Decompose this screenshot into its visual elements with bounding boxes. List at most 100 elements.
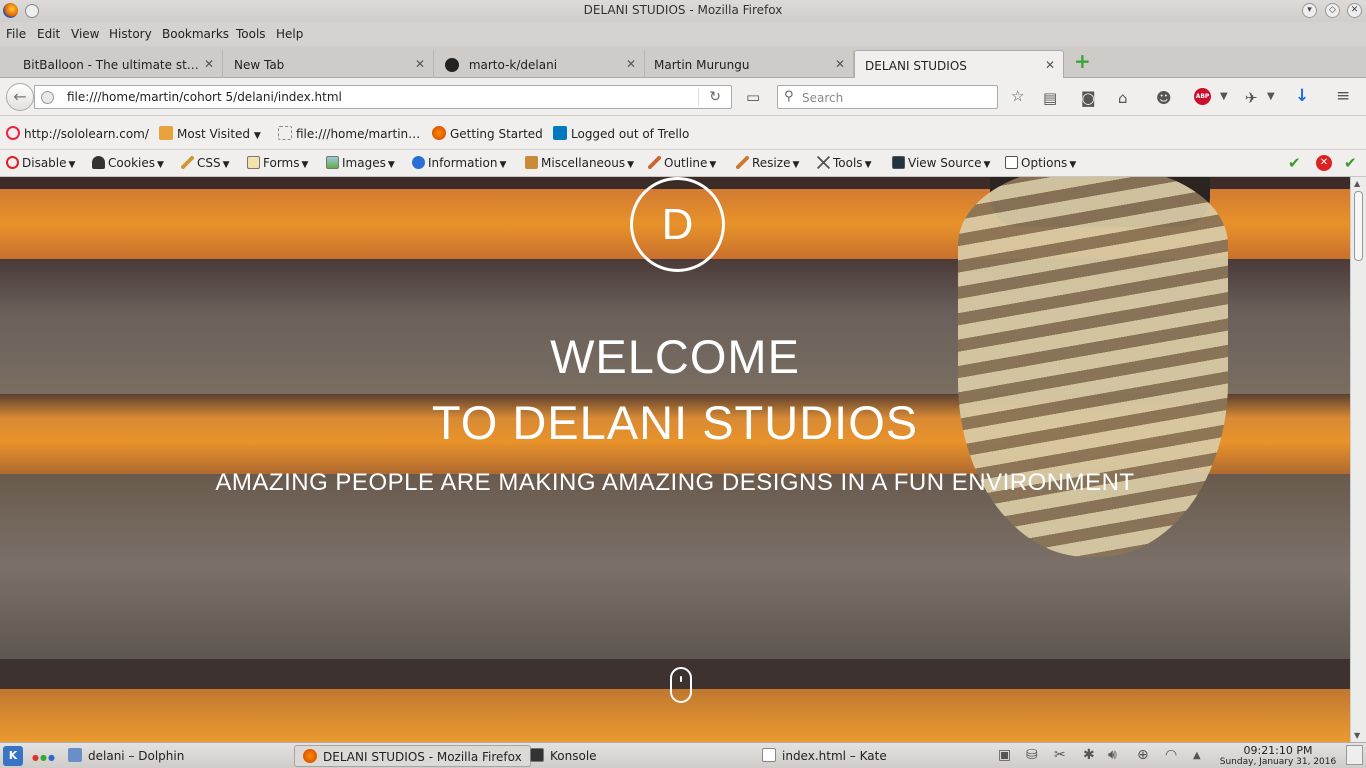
dev-forms[interactable]: Forms ▼ bbox=[247, 156, 308, 170]
menu-bar: File Edit View History Bookmarks Tools H… bbox=[0, 22, 1366, 46]
volume-icon[interactable]: 🔊︎ bbox=[1108, 747, 1117, 763]
adblock-plus-icon[interactable]: ABP bbox=[1194, 88, 1211, 105]
dev-cookies[interactable]: Cookies ▼ bbox=[92, 156, 164, 170]
bookmark-file-home[interactable]: file:///home/martin… bbox=[278, 126, 420, 141]
tray-app-icon[interactable]: ▣ bbox=[998, 747, 1011, 763]
task-dolphin[interactable]: delani – Dolphin bbox=[68, 748, 184, 763]
close-tab-icon[interactable]: ✕ bbox=[204, 57, 214, 71]
maximize-button[interactable]: ◇ bbox=[1325, 3, 1340, 18]
close-tab-icon[interactable]: ✕ bbox=[626, 57, 636, 71]
bookmarks-list-icon[interactable]: ▤ bbox=[1043, 89, 1057, 107]
addon-icon[interactable]: ✈ bbox=[1245, 89, 1258, 107]
menu-bookmarks[interactable]: Bookmarks bbox=[162, 27, 229, 41]
tab-label: New Tab bbox=[234, 58, 285, 72]
close-window-button[interactable]: ✕ bbox=[1347, 3, 1362, 18]
folder-icon bbox=[159, 126, 173, 140]
bookmark-sololearn[interactable]: http://sololearn.com/ bbox=[6, 126, 149, 141]
dev-disable[interactable]: Disable ▼ bbox=[6, 156, 75, 170]
scroll-down-icon[interactable]: ▼ bbox=[1354, 731, 1360, 740]
task-konsole[interactable]: Konsole bbox=[530, 748, 597, 763]
url-text[interactable]: file:///home/martin/cohort 5/delani/inde… bbox=[67, 90, 342, 104]
reader-view-icon[interactable]: ▭ bbox=[746, 88, 760, 106]
tray-expand-icon[interactable]: ▲ bbox=[1193, 750, 1201, 761]
dev-css[interactable]: CSS ▼ bbox=[181, 156, 230, 170]
scroll-down-mouse-icon[interactable] bbox=[670, 667, 692, 703]
options-icon bbox=[1005, 156, 1018, 169]
menu-tools[interactable]: Tools bbox=[236, 27, 266, 41]
bookmark-trello[interactable]: Logged out of Trello bbox=[553, 126, 689, 141]
minimize-button[interactable]: ▾ bbox=[1302, 3, 1317, 18]
chat-icon[interactable]: ☻ bbox=[1156, 89, 1172, 107]
navigation-bar: ← file:///home/martin/cohort 5/delani/in… bbox=[0, 78, 1366, 116]
dev-miscellaneous[interactable]: Miscellaneous ▼ bbox=[525, 156, 634, 170]
search-box[interactable]: ⚲ Search bbox=[777, 85, 998, 109]
tray-network-drive-icon[interactable]: ⛁ bbox=[1026, 747, 1038, 763]
error-icon[interactable]: ✕ bbox=[1316, 155, 1332, 171]
sololearn-icon bbox=[6, 126, 20, 140]
cookies-icon bbox=[92, 156, 105, 169]
dev-view-source[interactable]: View Source ▼ bbox=[892, 156, 990, 170]
close-tab-icon[interactable]: ✕ bbox=[835, 57, 845, 71]
bluetooth-icon[interactable]: ✱ bbox=[1083, 747, 1095, 763]
show-desktop-button[interactable] bbox=[1346, 745, 1363, 765]
update-icon[interactable]: ⊕ bbox=[1137, 747, 1149, 763]
dev-tools[interactable]: Tools ▼ bbox=[817, 156, 871, 170]
scissors-icon[interactable]: ✂ bbox=[1054, 747, 1066, 763]
logo-circle[interactable]: D bbox=[630, 177, 725, 272]
scroll-up-icon[interactable]: ▲ bbox=[1354, 179, 1360, 188]
url-bar[interactable]: file:///home/martin/cohort 5/delani/inde… bbox=[34, 85, 732, 109]
close-tab-icon[interactable]: ✕ bbox=[415, 57, 425, 71]
bookmark-star-icon[interactable]: ☆ bbox=[1011, 87, 1024, 105]
back-arrow-icon[interactable]: ← bbox=[6, 83, 34, 111]
close-tab-icon[interactable]: ✕ bbox=[1045, 58, 1055, 72]
tab-bitballoon[interactable]: BitBalloon - The ultimate st… ✕ bbox=[13, 50, 223, 78]
pocket-icon[interactable]: ◙ bbox=[1081, 89, 1096, 107]
download-arrow-icon[interactable]: ↓ bbox=[1295, 86, 1309, 106]
tab-github[interactable]: marto-k/delani ✕ bbox=[435, 50, 645, 78]
check-icon[interactable]: ✔ bbox=[1288, 154, 1301, 172]
search-icon: ⚲ bbox=[784, 89, 794, 104]
dev-outline[interactable]: Outline ▼ bbox=[648, 156, 716, 170]
kde-launcher-icon[interactable]: K bbox=[3, 746, 23, 766]
new-tab-plus-icon[interactable]: + bbox=[1074, 51, 1092, 71]
task-firefox[interactable]: DELANI STUDIOS - Mozilla Firefox bbox=[294, 745, 531, 767]
hamburger-menu-icon[interactable]: ≡ bbox=[1336, 86, 1350, 106]
menu-view[interactable]: View bbox=[71, 27, 99, 41]
hero-tagline: AMAZING PEOPLE ARE MAKING AMAZING DESIGN… bbox=[215, 469, 1135, 496]
chevron-down-icon[interactable]: ▼ bbox=[1267, 91, 1275, 102]
clock[interactable]: 09:21:10 PM Sunday, January 31, 2016 bbox=[1218, 744, 1338, 767]
wifi-icon[interactable]: ◠ bbox=[1165, 747, 1177, 763]
bookmark-most-visited[interactable]: Most Visited ▼ bbox=[159, 126, 261, 141]
menu-history[interactable]: History bbox=[109, 27, 152, 41]
home-icon[interactable]: ⌂ bbox=[1118, 89, 1128, 107]
menu-file[interactable]: File bbox=[6, 27, 26, 41]
clock-date: Sunday, January 31, 2016 bbox=[1219, 757, 1337, 767]
divider bbox=[698, 88, 699, 106]
activities-icon[interactable]: ●●● bbox=[32, 753, 56, 762]
tab-label: marto-k/delani bbox=[468, 58, 558, 72]
clock-time: 09:21:10 PM bbox=[1243, 744, 1313, 757]
github-icon bbox=[445, 58, 459, 72]
firefox-icon bbox=[432, 126, 446, 140]
bookmark-getting-started[interactable]: Getting Started bbox=[432, 126, 543, 141]
dev-resize[interactable]: Resize ▼ bbox=[736, 156, 799, 170]
dev-images[interactable]: Images ▼ bbox=[326, 156, 395, 170]
hero-heading-line1: WELCOME bbox=[550, 330, 800, 383]
resize-icon bbox=[736, 156, 749, 169]
chevron-down-icon[interactable]: ▼ bbox=[1220, 91, 1228, 102]
konsole-icon bbox=[530, 748, 544, 762]
scrollbar-thumb[interactable] bbox=[1354, 191, 1363, 261]
tab-delani-active[interactable]: DELANI STUDIOS ✕ bbox=[854, 50, 1064, 78]
tab-martin[interactable]: Martin Murungu ✕ bbox=[644, 50, 854, 78]
menu-edit[interactable]: Edit bbox=[37, 27, 60, 41]
tools-icon bbox=[817, 156, 830, 169]
tab-new-tab[interactable]: New Tab ✕ bbox=[224, 50, 434, 78]
page-scrollbar[interactable]: ▲ ▼ bbox=[1350, 177, 1366, 742]
view-source-icon bbox=[892, 156, 905, 169]
dev-options[interactable]: Options ▼ bbox=[1005, 156, 1076, 170]
reload-icon[interactable]: ↻ bbox=[709, 89, 721, 105]
check-icon[interactable]: ✔ bbox=[1344, 154, 1357, 172]
task-kate[interactable]: index.html – Kate bbox=[762, 748, 887, 763]
menu-help[interactable]: Help bbox=[276, 27, 303, 41]
dev-information[interactable]: Information ▼ bbox=[412, 156, 506, 170]
